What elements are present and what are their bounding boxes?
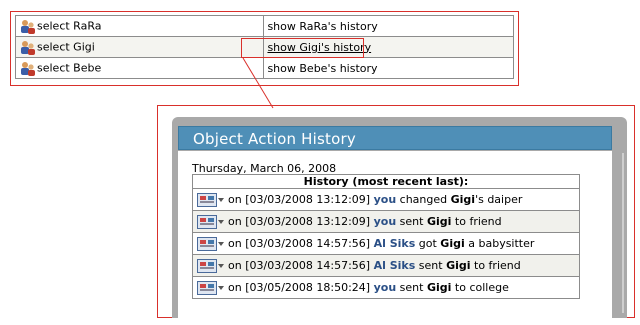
history-entry: on [03/03/2008 13:12:09] you changed Gig… bbox=[192, 188, 580, 211]
users-icon bbox=[21, 40, 35, 55]
entry-actor: Al Siks bbox=[373, 236, 416, 250]
history-table-header: History (most recent last): bbox=[192, 174, 580, 189]
entry-prefix: on [03/03/2008 13:12:09] bbox=[228, 214, 371, 228]
select-cell[interactable]: select RaRa bbox=[14, 15, 265, 37]
entry-object: Gigi bbox=[426, 280, 452, 294]
entry-actor: Al Siks bbox=[373, 258, 416, 272]
entry-tail: to friend bbox=[454, 214, 502, 228]
entry-verb: changed bbox=[399, 192, 448, 206]
list-row: select RaRa show RaRa's history bbox=[14, 15, 514, 37]
select-label: select RaRa bbox=[37, 19, 102, 32]
history-entry: on [03/03/2008 14:57:56] Al Siks sent Gi… bbox=[192, 254, 580, 277]
entry-verb: got bbox=[418, 236, 437, 250]
entry-tail: to college bbox=[454, 280, 509, 294]
history-label[interactable]: show RaRa's history bbox=[267, 20, 377, 33]
history-entry: on [03/03/2008 13:12:09] you sent Gigi t… bbox=[192, 210, 580, 233]
entry-prefix: on [03/03/2008 14:57:56] bbox=[228, 236, 371, 250]
entry-verb: sent bbox=[399, 214, 424, 228]
history-entry: on [03/05/2008 18:50:24] you sent Gigi t… bbox=[192, 276, 580, 299]
history-row: on [03/03/2008 14:57:56] Al Siks sent Gi… bbox=[192, 254, 580, 277]
action-menu-icon[interactable] bbox=[197, 192, 225, 207]
highlight-box bbox=[241, 38, 364, 58]
select-cell[interactable]: select Bebe bbox=[14, 57, 265, 79]
action-menu-icon[interactable] bbox=[197, 280, 225, 295]
history-panel-clip: Object Action History Thursday, March 06… bbox=[157, 105, 635, 318]
history-row: on [03/03/2008 14:57:56] Al Siks got Gig… bbox=[192, 232, 580, 255]
entry-object: Gigi bbox=[450, 192, 476, 206]
entry-actor: you bbox=[373, 280, 397, 294]
entry-actor: you bbox=[373, 214, 397, 228]
select-label: select Gigi bbox=[37, 40, 95, 53]
history-row: on [03/05/2008 18:50:24] you sent Gigi t… bbox=[192, 276, 580, 299]
action-menu-icon[interactable] bbox=[197, 214, 225, 229]
entry-tail: to friend bbox=[474, 258, 521, 272]
action-menu-icon[interactable] bbox=[197, 258, 225, 273]
entry-tail: 's daiper bbox=[475, 192, 523, 206]
action-menu-icon[interactable] bbox=[197, 236, 225, 251]
history-entry: on [03/03/2008 14:57:56] Al Siks got Gig… bbox=[192, 232, 580, 255]
entry-actor: you bbox=[373, 192, 397, 206]
entry-verb: sent bbox=[399, 280, 424, 294]
users-icon bbox=[21, 19, 35, 34]
entry-prefix: on [03/05/2008 18:50:24] bbox=[228, 280, 371, 294]
users-icon bbox=[21, 61, 35, 76]
entry-verb: sent bbox=[418, 258, 443, 272]
select-label: select Bebe bbox=[37, 61, 102, 74]
select-cell[interactable]: select Gigi bbox=[14, 36, 265, 58]
entry-object: Gigi bbox=[440, 236, 465, 250]
history-cell[interactable]: show RaRa's history bbox=[263, 15, 514, 37]
panel-divider bbox=[622, 153, 624, 313]
history-row: on [03/03/2008 13:12:09] you changed Gig… bbox=[192, 188, 580, 211]
entry-tail: a babysitter bbox=[468, 236, 535, 250]
entry-prefix: on [03/03/2008 13:12:09] bbox=[228, 192, 371, 206]
panel-title: Object Action History bbox=[193, 130, 356, 148]
history-row: on [03/03/2008 13:12:09] you sent Gigi t… bbox=[192, 210, 580, 233]
entry-object: Gigi bbox=[446, 258, 471, 272]
history-header-cell: History (most recent last): bbox=[192, 174, 580, 189]
history-cell[interactable]: show Bebe's history bbox=[263, 57, 514, 79]
history-table: History (most recent last): on [03/03/20… bbox=[192, 174, 580, 299]
history-label[interactable]: show Bebe's history bbox=[267, 62, 377, 75]
entry-object: Gigi bbox=[426, 214, 452, 228]
entry-prefix: on [03/03/2008 14:57:56] bbox=[228, 258, 371, 272]
list-row: select Bebe show Bebe's history bbox=[14, 57, 514, 79]
